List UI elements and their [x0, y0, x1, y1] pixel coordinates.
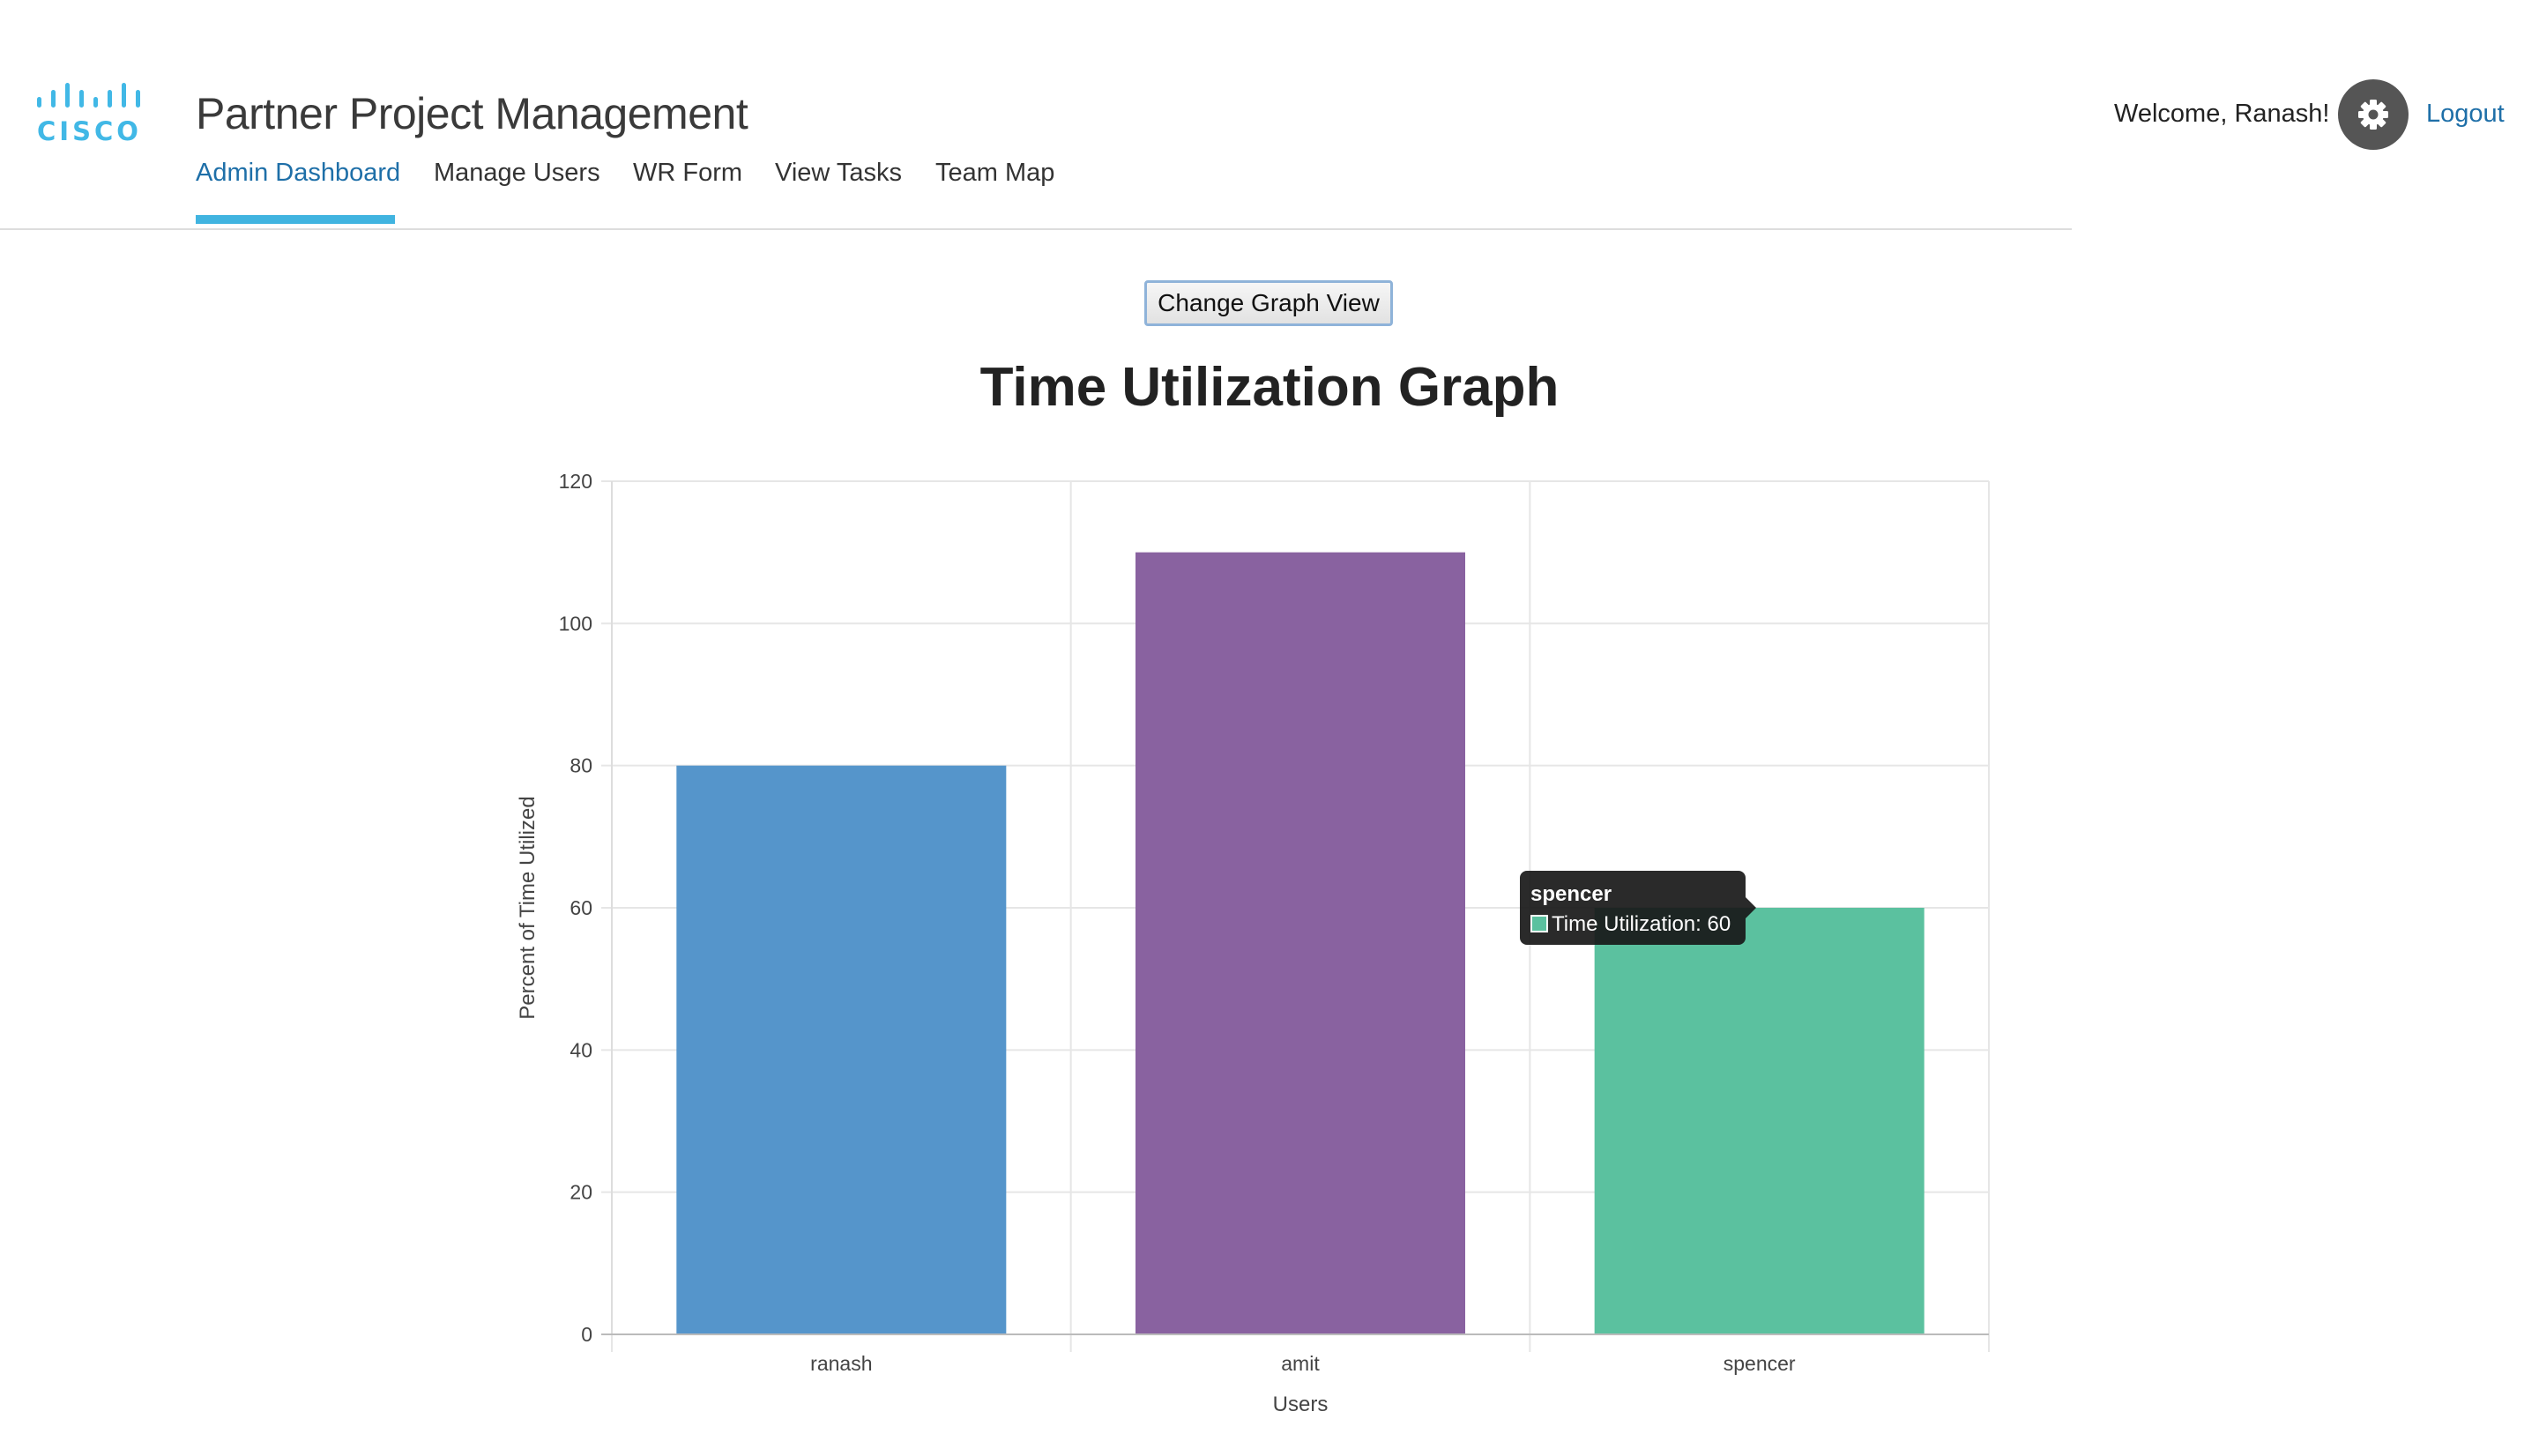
- y-tick-label: 80: [570, 754, 592, 777]
- x-axis-title: Users: [1273, 1393, 1329, 1416]
- tooltip-color-swatch: [1530, 915, 1548, 932]
- y-axis-title: Percent of Time Utilized: [516, 796, 540, 1019]
- bar-amit: [1135, 552, 1465, 1334]
- x-tick-label: amit: [1281, 1352, 1320, 1375]
- y-tick-label: 120: [559, 470, 592, 493]
- chart-tooltip: spencer Time Utilization: 60: [1520, 871, 1756, 945]
- bar-spencer: [1594, 908, 1925, 1334]
- y-tick-label: 0: [581, 1323, 592, 1346]
- bar-ranash: [676, 765, 1007, 1334]
- y-tick-label: 20: [570, 1181, 592, 1204]
- bar-chart: 0 20 40 60 80 100 120 ranash amit spencer Users Per…: [516, 470, 1990, 1416]
- y-tick-label: 100: [559, 612, 592, 635]
- x-tick-label: spencer: [1724, 1352, 1796, 1375]
- app-root: CISCO Partner Project Management Admin D…: [0, 0, 2539, 1456]
- y-tick-label: 40: [570, 1038, 592, 1061]
- x-tick-label: ranash: [810, 1352, 872, 1375]
- tooltip-title: spencer: [1530, 882, 1612, 906]
- y-tick-label: 60: [570, 896, 592, 919]
- tooltip-value: Time Utilization: 60: [1552, 912, 1731, 936]
- tooltip-row: Time Utilization: 60: [1530, 913, 1735, 936]
